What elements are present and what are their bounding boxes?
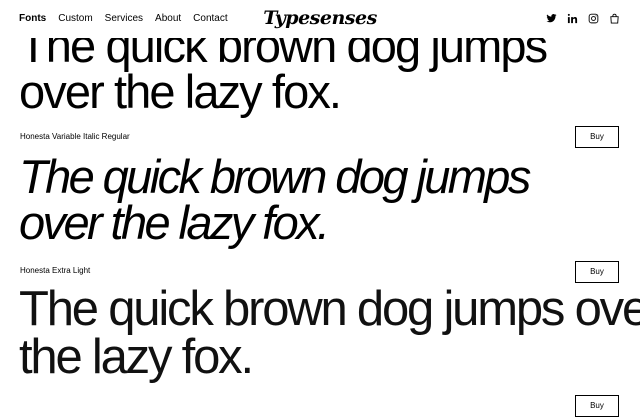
type-sample-italic: The quick brown dog jumps over the lazy … bbox=[19, 150, 531, 249]
top-navigation-bar: Fonts Custom Services About Contact Type… bbox=[0, 0, 640, 38]
linkedin-icon[interactable] bbox=[567, 13, 578, 24]
instagram-icon[interactable] bbox=[588, 13, 599, 24]
sample-line: The quick brown dog jumps over bbox=[19, 282, 640, 336]
bag-icon[interactable] bbox=[609, 13, 620, 24]
buy-button[interactable]: Buy bbox=[575, 261, 619, 283]
sample-line: over the lazy fox. bbox=[19, 196, 330, 249]
twitter-icon[interactable] bbox=[546, 13, 557, 24]
sample-line: the lazy fox. bbox=[19, 330, 254, 384]
font-name-label: Honesta Variable Italic Regular bbox=[20, 132, 130, 141]
type-sample-extra-light: The quick brown dog jumps over the lazy … bbox=[19, 282, 640, 384]
social-icons bbox=[546, 13, 620, 24]
site-logo[interactable]: Typesenses bbox=[0, 6, 640, 30]
font-name-label: Honesta Extra Light bbox=[20, 266, 91, 275]
buy-button[interactable]: Buy bbox=[575, 395, 619, 417]
buy-button[interactable]: Buy bbox=[575, 126, 619, 148]
sample-line: over the lazy fox. bbox=[19, 65, 342, 118]
sample-line: The quick brown dog jumps bbox=[19, 150, 531, 203]
